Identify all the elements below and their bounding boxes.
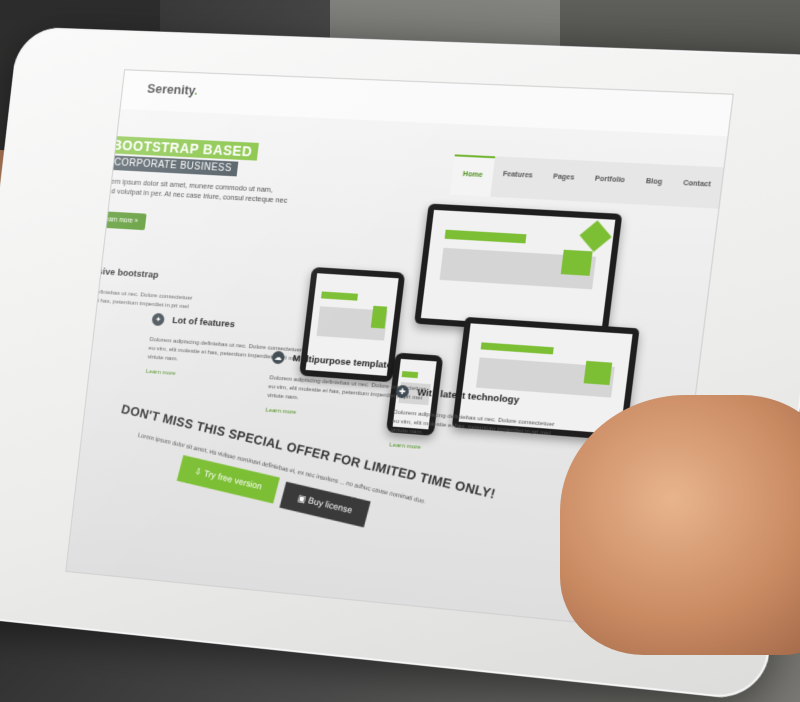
feature-title: Lot of features [171, 315, 236, 331]
nav-contact[interactable]: Contact [670, 165, 724, 209]
monitor-image [414, 203, 623, 337]
feature-title: Multipurpose template [292, 353, 393, 372]
nav-home[interactable]: Home [450, 154, 495, 197]
try-free-label: Try free version [202, 468, 263, 492]
wrench-icon: ✚ [395, 384, 410, 399]
nav-features[interactable]: Features [490, 156, 545, 199]
nav-pages[interactable]: Pages [540, 159, 587, 202]
buy-license-label: Buy license [307, 495, 354, 516]
nav-blog[interactable]: Blog [632, 163, 674, 206]
cloud-icon: ☁ [271, 350, 286, 365]
nav-portfolio[interactable]: Portfolio [582, 161, 638, 204]
right-hand [560, 395, 800, 655]
hero-text: Lorem ipsum dolor sit amet, munere commo… [98, 176, 288, 205]
feature-title: With latest technology [416, 387, 520, 407]
tablet-scene: Serenity. Home Features Pages Portfolio … [0, 0, 800, 702]
feature-latest-technology: ✚ With latest technology Dolorem adipisc… [389, 383, 563, 462]
site-logo[interactable]: Serenity. [146, 81, 198, 98]
pin-icon: ✦ [151, 313, 165, 327]
